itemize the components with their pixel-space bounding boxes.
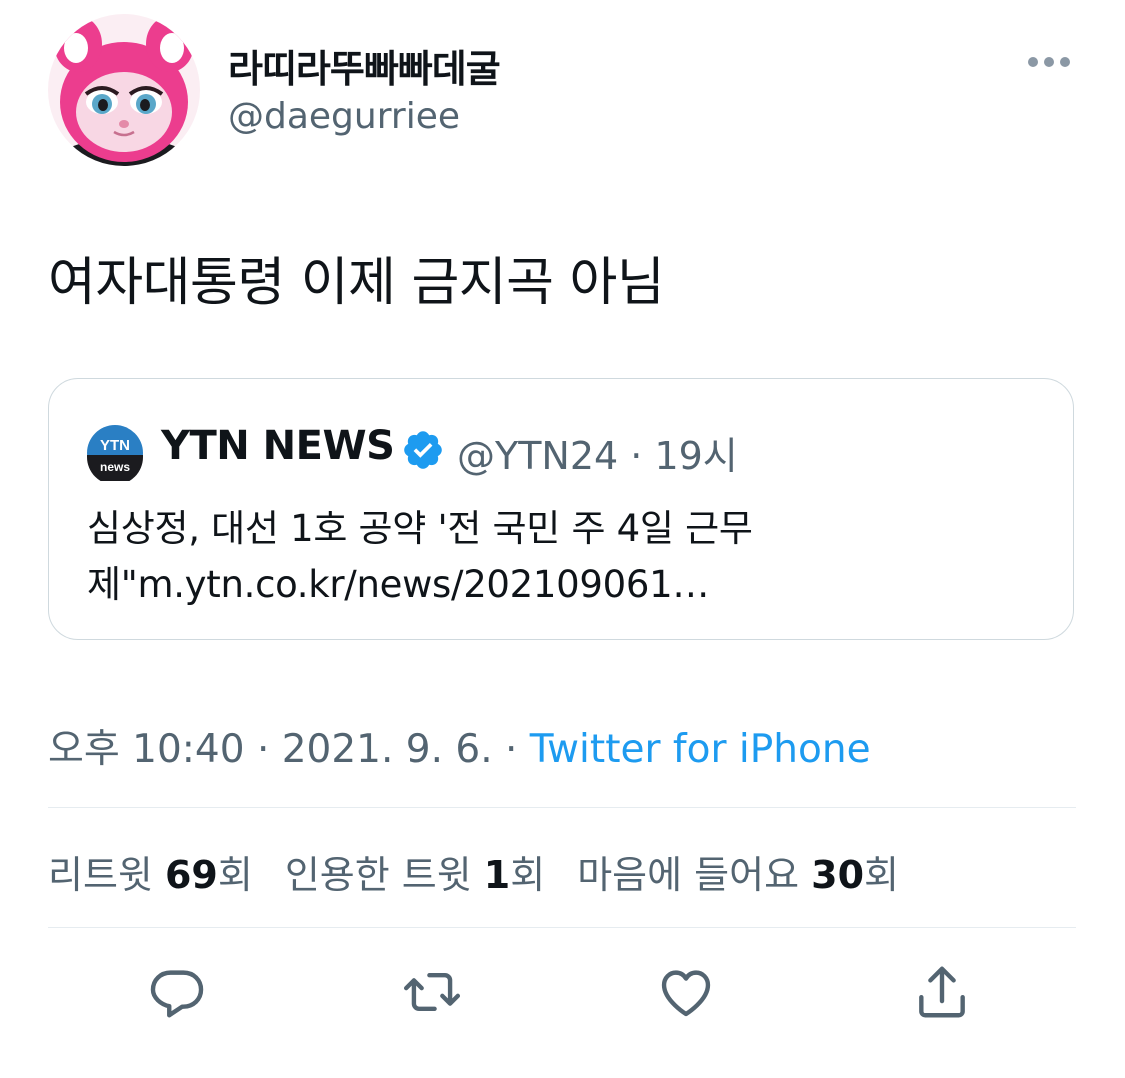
retweet-icon	[403, 973, 461, 1011]
ytn-logo-icon: YTN news	[87, 425, 143, 485]
pink-cat-avatar-icon	[48, 14, 200, 166]
share-button[interactable]	[908, 958, 976, 1026]
tweet-meta: 오후 10:40 · 2021. 9. 6. · Twitter for iPh…	[48, 718, 871, 774]
divider	[48, 807, 1076, 808]
retweets-unit: 회	[217, 853, 253, 897]
author-display-name[interactable]: 라띠라뚜빠빠데굴	[228, 38, 501, 93]
likes-stat[interactable]: 마음에 들어요 30회	[577, 844, 899, 899]
quote-author-name[interactable]: YTN NEWS	[161, 423, 395, 469]
more-options-button[interactable]	[1022, 46, 1076, 78]
retweets-stat[interactable]: 리트윗 69회	[48, 844, 253, 899]
retweets-label: 리트윗	[48, 853, 165, 897]
tweet-timestamp[interactable]: 오후 10:40 · 2021. 9. 6. ·	[48, 727, 530, 772]
quoted-tweet-card[interactable]: YTN news YTN NEWS @YTN24 · 19시 심상정, 대선 1…	[48, 378, 1074, 640]
quotes-unit: 회	[510, 853, 546, 897]
ytn-logo-bottom-text: news	[100, 460, 130, 474]
quote-handle-time: @YTN24 · 19시	[457, 434, 738, 478]
quotes-label: 인용한 트윗	[284, 853, 484, 897]
author-handle[interactable]: @daegurriee	[228, 96, 460, 137]
share-icon	[919, 966, 965, 1018]
quotes-stat[interactable]: 인용한 트윗 1회	[285, 844, 545, 899]
reply-icon	[150, 970, 204, 1018]
reply-button[interactable]	[143, 958, 211, 1026]
tweet-source-link[interactable]: Twitter for iPhone	[530, 727, 871, 772]
divider	[48, 927, 1076, 928]
likes-unit: 회	[864, 853, 899, 897]
like-button[interactable]	[652, 958, 720, 1026]
verified-badge-icon	[404, 431, 442, 469]
heart-icon	[661, 970, 711, 1017]
ytn-logo-top-text: YTN	[100, 437, 130, 454]
quotes-count: 1	[483, 853, 511, 897]
tweet-text: 여자대통령 이제 금지곡 아님	[48, 253, 665, 313]
quote-author-avatar[interactable]: YTN news	[87, 425, 143, 485]
likes-label: 마음에 들어요	[577, 853, 812, 897]
more-horizontal-icon	[1028, 57, 1070, 67]
tweet-stats: 리트윗 69회 인용한 트윗 1회 마음에 들어요 30회	[48, 844, 899, 899]
quote-text: 심상정, 대선 1호 공약 '전 국민 주 4일 근무제"m.ytn.co.kr…	[87, 507, 753, 606]
likes-count: 30	[811, 853, 865, 897]
retweets-count: 69	[164, 853, 218, 897]
retweet-button[interactable]	[398, 958, 466, 1026]
tweet-detail-page: 라띠라뚜빠빠데굴 @daegurriee 여자대통령 이제 금지곡 아님 YTN…	[0, 0, 1125, 1078]
author-avatar[interactable]	[48, 14, 200, 166]
